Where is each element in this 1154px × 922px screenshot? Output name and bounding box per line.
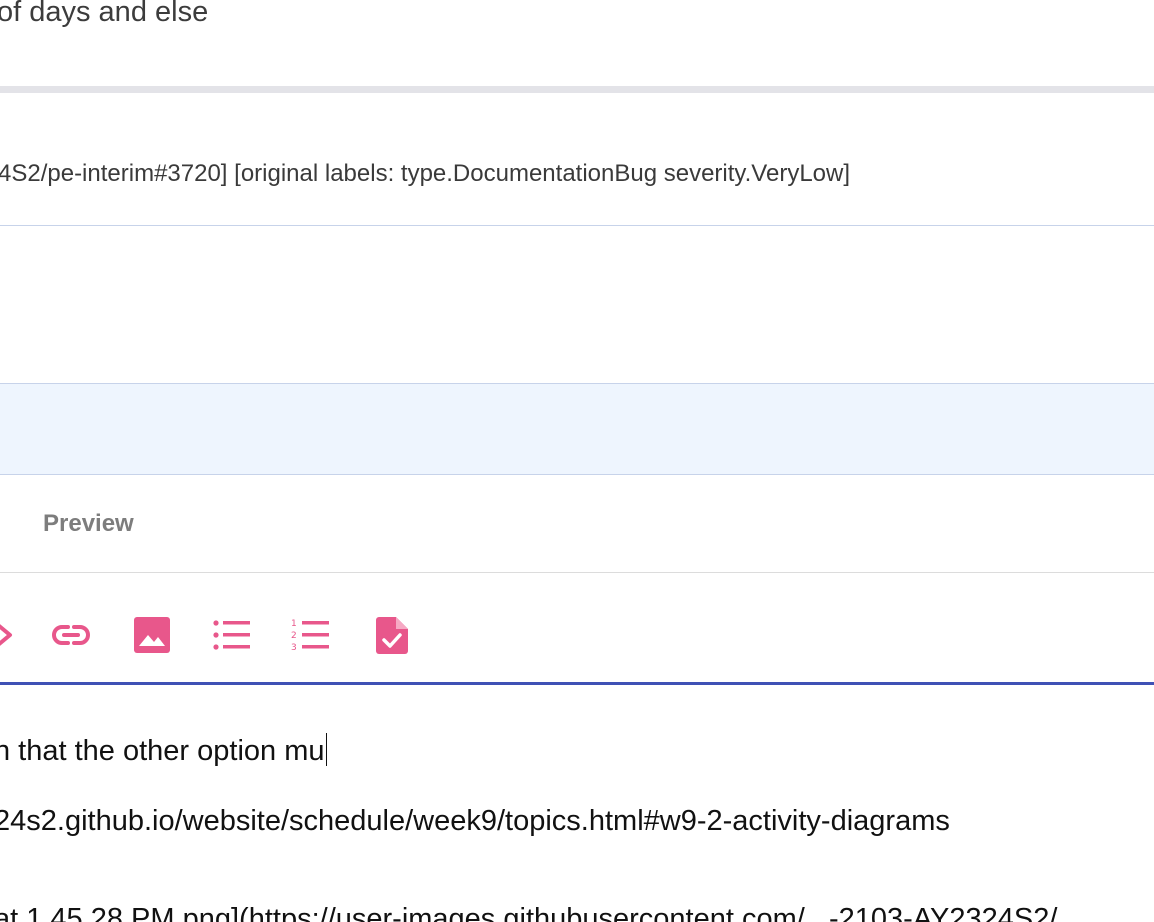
bulleted-list-icon[interactable] (211, 615, 251, 655)
editor-line-2[interactable]: 24s2.github.io/website/schedule/week9/to… (0, 805, 950, 838)
svg-text:3: 3 (291, 643, 297, 653)
editor-focus-underline (0, 682, 1154, 685)
issue-description-text: of days and else (0, 0, 209, 28)
section-divider (0, 86, 1154, 93)
svg-text:2: 2 (291, 631, 297, 641)
tab-divider (0, 572, 1154, 573)
code-icon[interactable] (0, 615, 18, 655)
link-icon[interactable] (51, 615, 91, 655)
image-icon[interactable] (132, 615, 172, 655)
text-caret (325, 733, 327, 766)
svg-text:1: 1 (291, 619, 297, 629)
row-divider (0, 225, 1154, 226)
editor-line-1-text: n that the other option mu (0, 735, 325, 767)
numbered-list-icon[interactable]: 1 2 3 (290, 615, 330, 655)
issue-editor-page: of days and else 4S2/pe-interim#3720] [o… (0, 0, 1154, 922)
original-labels-text: 4S2/pe-interim#3720] [original labels: t… (0, 160, 851, 187)
highlighted-row (0, 384, 1154, 475)
task-list-icon[interactable] (371, 615, 411, 655)
tab-preview[interactable]: Preview (43, 510, 134, 538)
editor-line-1[interactable]: n that the other option mu (0, 733, 327, 768)
editor-line-3[interactable]: at 1.45.28 PM.png](https://user-images.g… (0, 903, 1057, 922)
